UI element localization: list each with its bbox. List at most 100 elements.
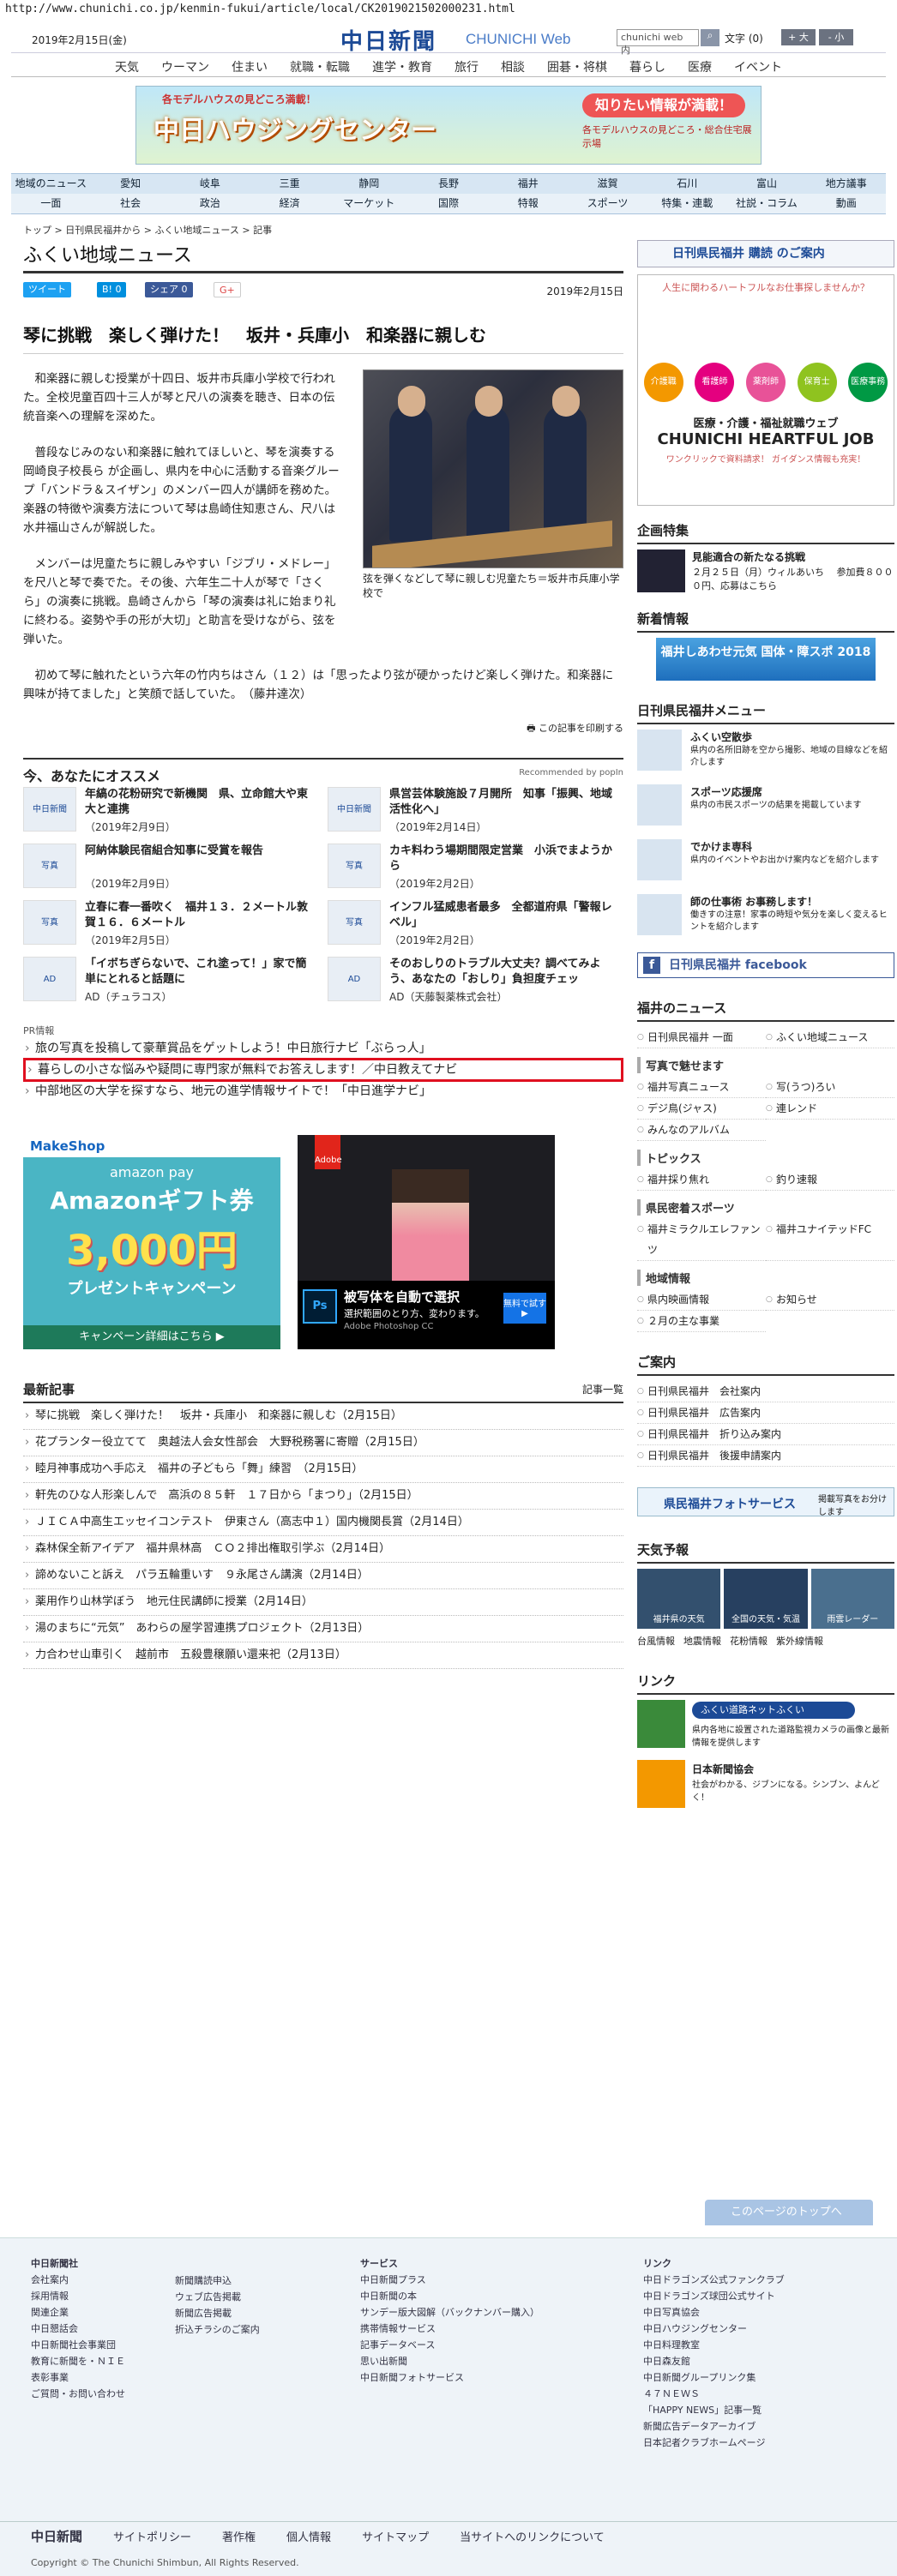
footer-link[interactable]: 折込チラシのご案内	[175, 2321, 260, 2338]
gplus-button[interactable]: G+	[214, 282, 241, 297]
category-link[interactable]: イベント	[723, 53, 793, 76]
photo-link[interactable]: 写(うつ)ろい	[766, 1077, 894, 1098]
category-link[interactable]: 住まい	[220, 53, 279, 76]
footer-link[interactable]: 採用情報	[31, 2288, 125, 2304]
recommend-item[interactable]: 写真 インフル猛威患者最多 全都道府県「警報レベル」 （2019年2月2日）	[328, 900, 623, 952]
footer-link[interactable]: 中日森友館	[643, 2353, 785, 2369]
pr-link-highlighted[interactable]: 暮らしの小さな悩みや疑問に専門家が無料でお答えします！／中日教えてナビ	[23, 1058, 623, 1082]
footer-link[interactable]: ウェブ広告掲載	[175, 2289, 260, 2305]
footer-link[interactable]: 中日ドラゴンズ球団公式サイト	[643, 2288, 785, 2304]
region-nav-item[interactable]: 静岡	[329, 174, 409, 194]
pr-link[interactable]: 中部地区の大学を探すなら、地元の進学情報サイトで！「中日進学ナビ」	[23, 1082, 623, 1101]
category-link[interactable]: ウーマン	[150, 53, 220, 76]
facebook-link[interactable]: f 日刊県民福井 facebook	[637, 952, 894, 978]
region-nav-item[interactable]: 石川	[647, 174, 727, 194]
news-link[interactable]: ふくい地域ニュース	[766, 1027, 894, 1048]
footer-link[interactable]: 会社案内	[31, 2272, 125, 2288]
category-link[interactable]: 医療	[677, 53, 723, 76]
latest-item[interactable]: 薬用作り山林学ぼう 地元住民講師に授業（2月14日）	[23, 1589, 623, 1616]
footer-link[interactable]: 中日料理教室	[643, 2337, 785, 2353]
region-nav-item[interactable]: 長野	[409, 174, 489, 194]
footer-link[interactable]: 中日新聞グループリンク集	[643, 2369, 785, 2386]
footer-link[interactable]: 関連企業	[31, 2304, 125, 2321]
latest-item[interactable]: 力合わせ山車引く 越前市 五殺豊穣願い還来祀（2月13日）	[23, 1642, 623, 1669]
back-to-top-button[interactable]: このページのトップへ	[705, 2200, 873, 2225]
font-plus-button[interactable]: + 大	[781, 29, 816, 45]
region-nav-item[interactable]: 三重	[250, 174, 329, 194]
category-link[interactable]: 相談	[490, 53, 536, 76]
photo-link[interactable]: みんなのアルバム	[637, 1120, 766, 1141]
recommend-item[interactable]: 中日新聞 年縞の花粉研究で新機関 県、立命館大や東大と連携 （2019年2月9日）	[23, 787, 319, 838]
region-nav-item[interactable]: 地域のニュース	[11, 174, 91, 194]
footer-link[interactable]: 新聞購読申込	[175, 2273, 260, 2289]
footer-link[interactable]: 中日新聞の本	[360, 2288, 539, 2304]
topic-nav-item[interactable]: 動画	[806, 194, 886, 213]
footer-bar-link[interactable]: 当サイトへのリンクについて	[460, 2528, 605, 2544]
adobe-ad[interactable]: Adobe Ps 被写体を自動で選択 選択範囲のとり方、変わります。 Adobe…	[298, 1135, 555, 1349]
footer-link[interactable]: 中日懇話会	[31, 2321, 125, 2337]
weather-tile[interactable]: 全国の天気・気温	[724, 1569, 808, 1629]
guide-link[interactable]: 日刊県民福井 広告案内	[637, 1402, 894, 1424]
footer-bar-link[interactable]: サイトポリシー	[113, 2528, 191, 2544]
topic-nav-item[interactable]: 一面	[11, 194, 91, 213]
local-link[interactable]: 県内映画情報	[637, 1289, 766, 1311]
footer-link[interactable]: 中日新聞プラス	[360, 2272, 539, 2288]
hatena-button[interactable]: B! 0	[97, 282, 127, 297]
footer-link[interactable]: 新聞広告データアーカイブ	[643, 2418, 785, 2435]
footer-link[interactable]: 表彰事業	[31, 2369, 125, 2386]
press-link[interactable]: 日本新聞協会 社会がわかる、ジブンになる。シンブン、よんどく！	[637, 1760, 894, 1820]
top-banner-ad[interactable]: 各モデルハウスの見どころ満載！ 中日ハウジングセンター 知りたい情報が満載！ 各…	[135, 86, 762, 165]
menu-item[interactable]: ふくい空散歩 県内の名所旧跡を空から撮影、地域の目線などを紹介します	[637, 730, 894, 779]
footer-link[interactable]: 中日新聞フォトサービス	[360, 2369, 539, 2386]
menu-item[interactable]: スポーツ応援席 県内の市民スポーツの結果を掲載しています	[637, 784, 894, 834]
menu-item[interactable]: でかけま専科 県内のイベントやお出かけ案内などを紹介します	[637, 839, 894, 889]
latest-item[interactable]: 諦めないこと訴え パラ五輪重いす ９永尾さん講演（2月14日）	[23, 1563, 623, 1589]
latest-more-link[interactable]: 記事一覧	[582, 1382, 623, 1396]
search-button[interactable]: ⌕	[701, 29, 719, 46]
region-nav-item[interactable]: 愛知	[91, 174, 171, 194]
pr-link[interactable]: 旅の写真を投稿して豪華賞品をゲットしよう！中日旅行ナビ「ぶらっ人」	[23, 1039, 623, 1058]
footer-link[interactable]: ４７ＮＥＷＳ	[643, 2386, 785, 2402]
topics-link[interactable]: 福井採り焦れ	[637, 1169, 766, 1191]
footer-link[interactable]: 中日新聞社会事業団	[31, 2337, 125, 2353]
breadcrumb[interactable]: トップ > 日刊県民福井から > ふくい地域ニュース > 記事	[23, 223, 886, 237]
local-link[interactable]: ２月の主な事業	[637, 1311, 766, 1332]
makeshop-ad[interactable]: MakeShop amazon pay Amazonギフト券 3,000円 プレ…	[23, 1135, 280, 1349]
footer-bar-link[interactable]: 個人情報	[286, 2528, 331, 2544]
footer-link[interactable]: サンデー版大図解（バックナンバー購入）	[360, 2304, 539, 2321]
category-link[interactable]: 旅行	[443, 53, 490, 76]
recommend-item[interactable]: 中日新聞 県営芸体験施設７月開所 知事「振興、地域活性化へ」 （2019年2月14日…	[328, 787, 623, 838]
footer-link[interactable]: ご質問・お問い合わせ	[31, 2386, 125, 2402]
footer-bar-link[interactable]: 著作権	[222, 2528, 256, 2544]
latest-item[interactable]: 森林保全新アイデア 福井県林高 ＣＯ２排出権取引学ぶ（2月14日）	[23, 1536, 623, 1563]
photo-link[interactable]: デジ鳥(ジャス)	[637, 1098, 766, 1120]
ad-cta[interactable]: 無料で試す ▶	[503, 1293, 546, 1324]
ad-cta[interactable]: キャンペーン詳細はこちら ▶	[23, 1325, 280, 1349]
footer-link[interactable]: 中日写真協会	[643, 2304, 785, 2321]
font-minus-button[interactable]: - 小	[819, 29, 853, 45]
menu-item[interactable]: 師の仕事術 お事務します！ 働きすの注意！家事の時短や気分を楽しく変えるヒントを紹…	[637, 894, 894, 944]
sports-link[interactable]: 福井ミラクルエレファンツ	[637, 1219, 766, 1261]
guide-link[interactable]: 日刊県民福井 会社案内	[637, 1381, 894, 1402]
recommend-item[interactable]: 写真 カキ料わう場期間限定営業 小浜でまようから （2019年2月2日）	[328, 844, 623, 895]
footer-link[interactable]: 思い出新聞	[360, 2353, 539, 2369]
weather-link[interactable]: 地震情報	[683, 1634, 721, 1648]
weather-link[interactable]: 紫外線情報	[776, 1634, 823, 1648]
footer-logo[interactable]: 中日新聞	[31, 2527, 82, 2545]
topic-nav-item[interactable]: マーケット	[329, 194, 409, 213]
local-link[interactable]: お知らせ	[766, 1289, 894, 1311]
footer-link[interactable]: 中日ハウジングセンター	[643, 2321, 785, 2337]
road-link[interactable]: ふくい道路ネットふくい 県内各地に設置された道路監視カメラの画像と最新情報を提供…	[637, 1700, 894, 1760]
footer-link[interactable]: 日本記者クラブホームページ	[643, 2435, 785, 2451]
category-link[interactable]: 天気	[104, 53, 150, 76]
search-input[interactable]: chunichi web 内	[617, 29, 699, 56]
region-nav-item[interactable]: 地方議事	[806, 174, 886, 194]
site-logo[interactable]: 中日新聞	[340, 24, 436, 56]
category-link[interactable]: 進学・教育	[361, 53, 443, 76]
footer-link[interactable]: 携帯情報サービス	[360, 2321, 539, 2337]
footer-link[interactable]: 「HAPPY NEWS」記事一覧	[643, 2402, 785, 2418]
latest-item[interactable]: 花プランター役立てて 奥越法人会女性部会 大野税務署に寄贈（2月15日）	[23, 1430, 623, 1456]
photo-service-banner[interactable]: 県民福井フォトサービス 掲載写真をお分けします	[637, 1487, 894, 1517]
weather-tile[interactable]: 福井県の天気	[637, 1569, 721, 1629]
footer-bar-link[interactable]: サイトマップ	[362, 2528, 429, 2544]
